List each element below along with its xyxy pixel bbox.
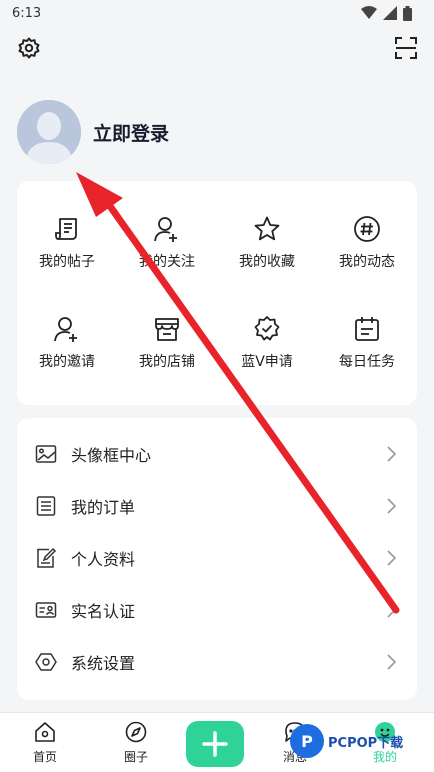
- top-bar: [0, 32, 434, 64]
- grid-item-label: 每日任务: [339, 354, 395, 370]
- grid-item-label: 蓝V申请: [241, 354, 293, 370]
- settings-gear-icon[interactable]: [15, 34, 43, 62]
- grid-item-label: 我的邀请: [39, 354, 95, 370]
- status-time: 6:13: [12, 5, 42, 21]
- grid-item-my-follows[interactable]: 我的关注: [117, 193, 217, 293]
- login-link[interactable]: 立即登录: [93, 119, 169, 146]
- verified-badge-icon: [254, 316, 280, 341]
- watermark-text: PCPOP下载: [328, 735, 404, 751]
- edit-profile-icon: [37, 547, 57, 568]
- order-icon: [36, 496, 56, 516]
- list-item-label: 头像框中心: [71, 446, 152, 465]
- grid-item-my-invites[interactable]: 我的邀请: [17, 293, 117, 393]
- list-item-system-settings[interactable]: 系统设置: [17, 636, 417, 688]
- list-item-label: 个人资料: [71, 550, 136, 569]
- chevron-right-icon: [387, 654, 397, 670]
- home-icon: [35, 722, 55, 742]
- status-icons: [361, 5, 412, 21]
- compass-icon: [125, 721, 147, 743]
- star-icon: [254, 216, 280, 241]
- profile-section[interactable]: 立即登录: [17, 100, 169, 164]
- invite-icon: [54, 317, 77, 342]
- chevron-right-icon: [387, 446, 397, 462]
- list-item-personal-info[interactable]: 个人资料: [17, 532, 417, 584]
- grid-item-label: 我的关注: [139, 254, 195, 270]
- default-avatar-icon: [17, 100, 81, 164]
- menu-list-card: 头像框中心 我的订单 个人资料 实名认证 系统设置: [17, 418, 417, 700]
- battery-icon: [403, 5, 412, 21]
- grid-item-label: 我的店铺: [139, 354, 195, 370]
- wifi-icon: [361, 6, 377, 19]
- grid-item-label: 我的收藏: [239, 254, 295, 270]
- grid-item-my-activity[interactable]: 我的动态: [317, 193, 417, 293]
- nav-circles[interactable]: 圈子: [106, 721, 166, 765]
- image-frame-icon: [35, 445, 57, 463]
- follow-icon: [154, 217, 177, 242]
- create-post-button[interactable]: [186, 721, 244, 767]
- list-item-my-orders[interactable]: 我的订单: [17, 480, 417, 532]
- settings-hexagon-icon: [35, 653, 57, 671]
- feature-grid-card: 我的帖子 我的关注 我的收藏 我的动态 我的邀请 我的店铺 蓝V申请 每日任务: [17, 181, 417, 405]
- list-item-real-name-verification[interactable]: 实名认证: [17, 584, 417, 636]
- grid-item-my-posts[interactable]: 我的帖子: [17, 193, 117, 293]
- status-bar: 6:13: [0, 0, 434, 26]
- grid-item-my-favorites[interactable]: 我的收藏: [217, 193, 317, 293]
- nav-label: 首页: [32, 750, 57, 764]
- grid-item-label: 我的动态: [339, 254, 395, 270]
- chevron-right-icon: [387, 498, 397, 514]
- chevron-right-icon: [387, 550, 397, 566]
- list-item-label: 实名认证: [71, 602, 136, 621]
- grid-item-label: 我的帖子: [39, 254, 95, 270]
- plus-icon: [202, 731, 228, 757]
- grid-item-blue-v-apply[interactable]: 蓝V申请: [217, 293, 317, 393]
- grid-item-daily-tasks[interactable]: 每日任务: [317, 293, 417, 393]
- watermark: P PCPOP下载: [290, 724, 403, 758]
- calendar-icon: [355, 317, 379, 341]
- list-item-label: 系统设置: [71, 654, 136, 673]
- grid-item-my-store[interactable]: 我的店铺: [117, 293, 217, 393]
- nav-label: 圈子: [123, 750, 148, 764]
- scan-icon[interactable]: [392, 34, 420, 62]
- list-item-label: 我的订单: [71, 498, 136, 517]
- list-item-avatar-frame-center[interactable]: 头像框中心: [17, 428, 417, 480]
- store-icon: [155, 318, 179, 341]
- post-icon: [55, 218, 77, 240]
- watermark-logo-icon: P: [290, 724, 324, 758]
- id-card-icon: [35, 602, 57, 618]
- signal-icon: [383, 6, 397, 20]
- nav-home[interactable]: 首页: [15, 721, 75, 765]
- hashtag-icon: [354, 216, 380, 242]
- chevron-right-icon: [387, 602, 397, 618]
- avatar[interactable]: [17, 100, 81, 164]
